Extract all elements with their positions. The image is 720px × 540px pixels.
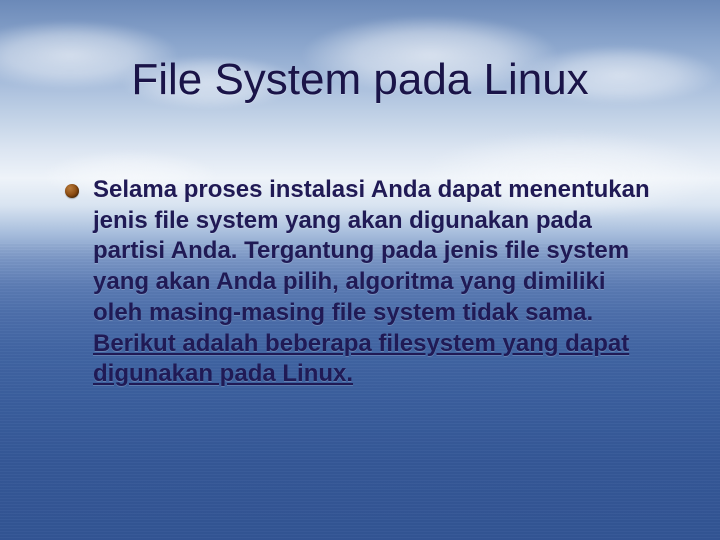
slide: File System pada Linux Selama proses ins… [0, 0, 720, 540]
bullet-icon [65, 184, 79, 198]
bullet-text-underlined: Berikut adalah beberapa filesystem yang … [93, 330, 629, 388]
bullet-text: Selama proses instalasi Anda dapat menen… [93, 175, 660, 390]
slide-body: Selama proses instalasi Anda dapat menen… [65, 175, 660, 390]
bullet-item: Selama proses instalasi Anda dapat menen… [65, 175, 660, 390]
slide-title: File System pada Linux [0, 55, 720, 105]
bullet-text-normal: Selama proses instalasi Anda dapat menen… [93, 176, 650, 326]
